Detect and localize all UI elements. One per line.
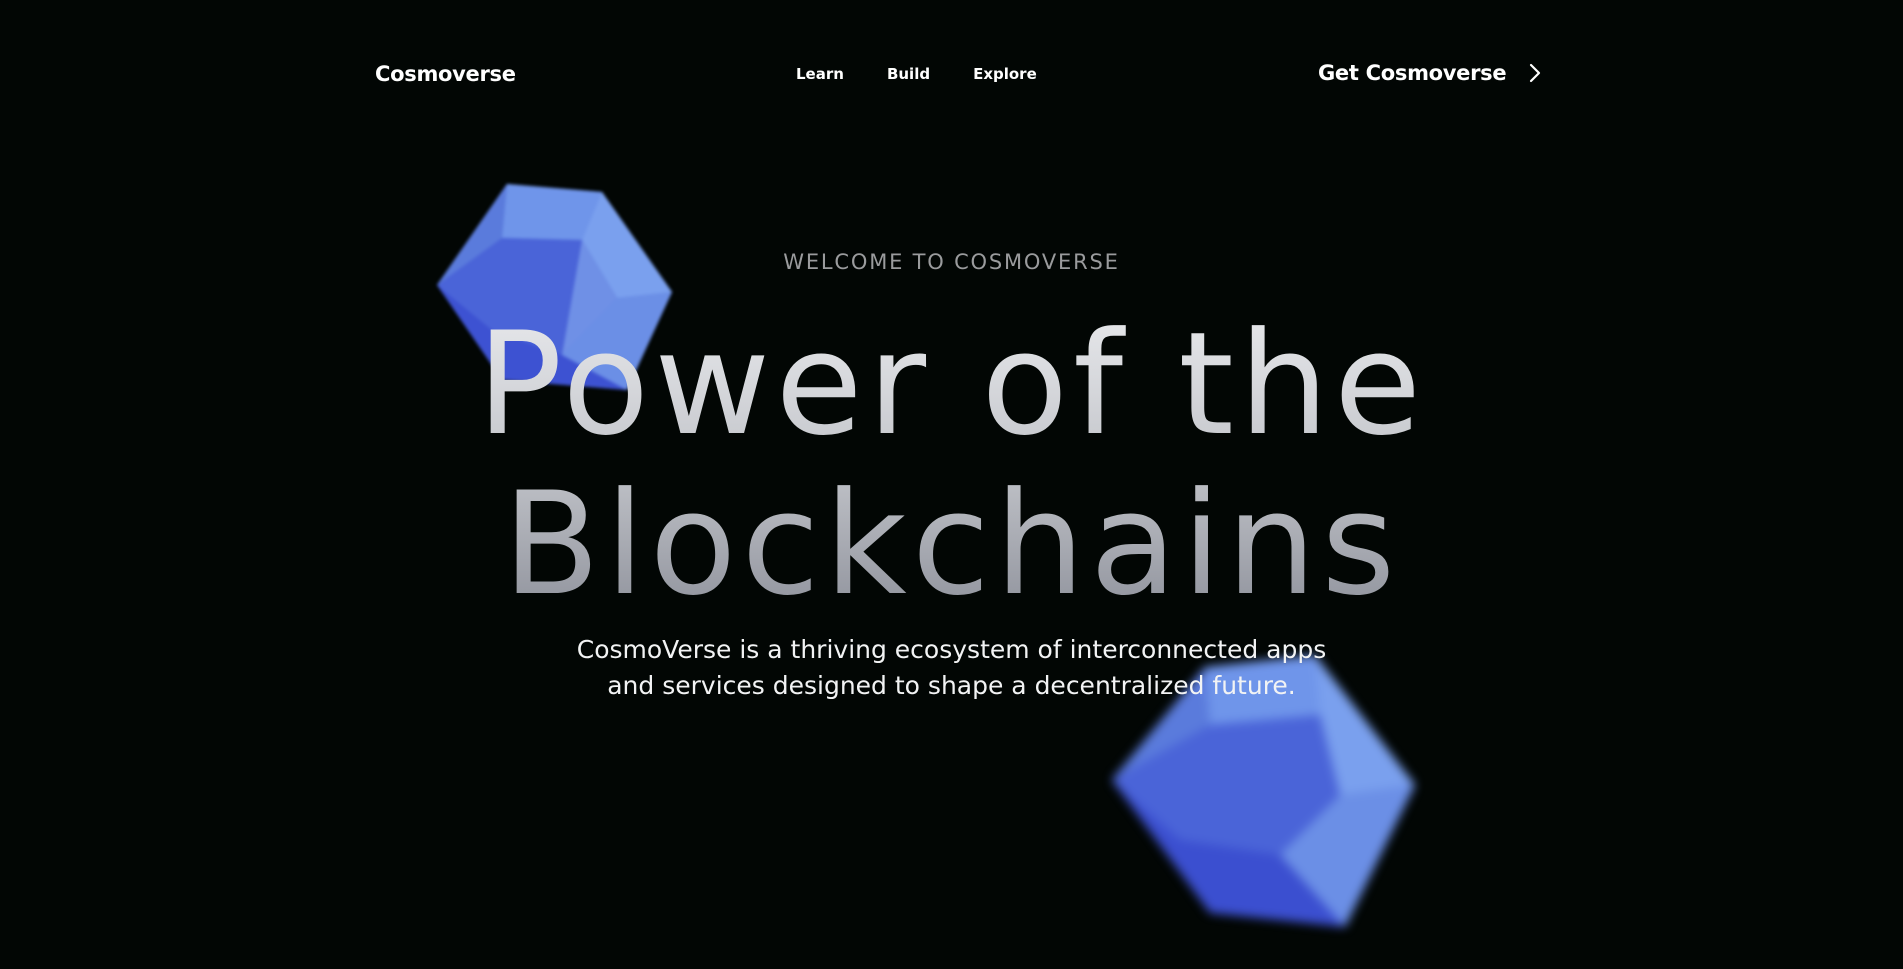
- hero-headline-line-1: Power of the: [476, 302, 1427, 467]
- hero-headline-line-2: Blockchains: [502, 462, 1401, 627]
- get-cosmoverse-label: Get Cosmoverse: [1318, 61, 1507, 85]
- brand-logo-link[interactable]: Cosmoverse: [375, 62, 516, 86]
- get-cosmoverse-button[interactable]: Get Cosmoverse: [1318, 61, 1542, 85]
- nav-item-explore[interactable]: Explore: [973, 65, 1037, 83]
- nav-item-learn[interactable]: Learn: [796, 65, 844, 83]
- hero-subtitle-line-1: CosmoVerse is a thriving ecosystem of in…: [576, 635, 1327, 664]
- hero-subtitle: CosmoVerse is a thriving ecosystem of in…: [0, 632, 1903, 704]
- hero-eyebrow: WELCOME TO COSMOVERSE: [783, 250, 1120, 274]
- hero-subtitle-line-2: and services designed to shape a decentr…: [607, 671, 1296, 700]
- nav-item-build[interactable]: Build: [887, 65, 930, 83]
- hero-headline: Power of the Blockchains: [0, 305, 1903, 625]
- primary-nav: Learn Build Explore: [796, 65, 1080, 83]
- chevron-right-icon: [1530, 63, 1541, 83]
- landing-page: Cosmoverse Learn Build Explore Get Cosmo…: [0, 0, 1903, 969]
